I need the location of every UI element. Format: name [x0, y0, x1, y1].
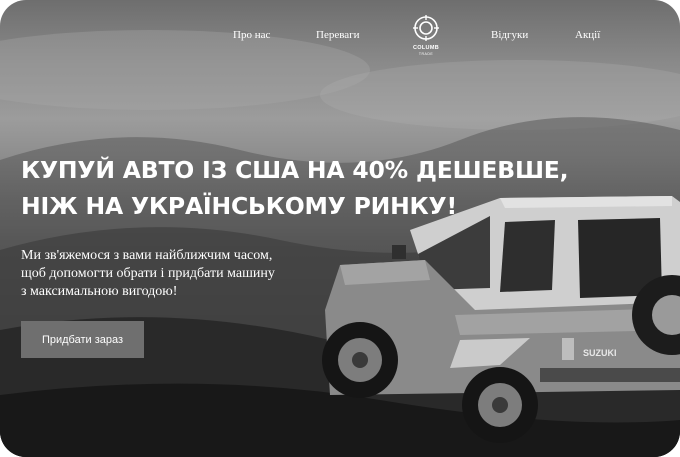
logo-tagline: TRADE [418, 52, 434, 56]
hero-subtitle: Ми зв'яжемося з вами найближчим часом, щ… [21, 247, 275, 301]
headline-line-2: НІЖ НА УКРАЇНСЬКОМУ РИНКУ! [21, 192, 457, 220]
vehicle-badge-text: SUZUKI [583, 348, 617, 358]
hero-section: SUZUKI Про нас Переваги COLUMB TRADE Від… [0, 0, 680, 457]
nav-link-reviews[interactable]: Відгуки [491, 29, 528, 41]
subtitle-line-1: Ми зв'яжемося з вами найближчим часом, [21, 248, 273, 263]
subtitle-line-2: щоб допомогти обрати і придбати машину [21, 266, 275, 281]
top-navigation: Про нас Переваги COLUMB TRADE Відгуки Ак… [0, 0, 680, 70]
nav-link-promotions[interactable]: Акції [575, 29, 600, 41]
nav-link-advantages[interactable]: Переваги [316, 29, 360, 41]
headline-line-1: КУПУЙ АВТО ІЗ США НА 40% ДЕШЕВШЕ, [21, 156, 569, 184]
columb-logo-icon [413, 15, 439, 41]
logo-name: COLUMB [413, 45, 439, 51]
nav-link-about[interactable]: Про нас [233, 29, 270, 41]
buy-now-button[interactable]: Придбати зараз [21, 321, 144, 358]
suzuki-jeep-image: SUZUKI [322, 196, 680, 443]
hero-headline: КУПУЙ АВТО ІЗ США НА 40% ДЕШЕВШЕ, НІЖ НА… [21, 152, 569, 224]
columb-logo[interactable]: COLUMB TRADE [406, 14, 446, 58]
subtitle-line-3: з максимальною вигодою! [21, 284, 178, 299]
